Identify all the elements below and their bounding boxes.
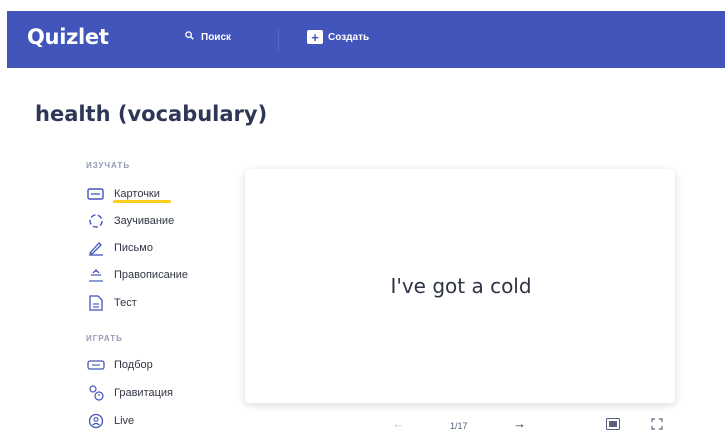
- test-icon: [86, 294, 106, 312]
- play-mode-gravity-label: Гравитация: [114, 387, 173, 399]
- flashcard-term: I've got a cold: [390, 274, 532, 298]
- nav-divider: [278, 29, 279, 51]
- learn-icon: [86, 212, 106, 230]
- write-icon: [86, 239, 106, 257]
- next-card-button[interactable]: →: [513, 416, 526, 431]
- play-section-label: ИГРАТЬ: [86, 334, 123, 343]
- active-mode-indicator: [113, 200, 171, 203]
- play-mode-match[interactable]: Подбор: [86, 355, 153, 375]
- top-navigation-bar: Quizlet Поиск + Создать: [7, 11, 725, 68]
- play-mode-match-label: Подбор: [114, 359, 153, 371]
- study-mode-spell[interactable]: Правописание: [86, 265, 188, 285]
- spell-icon: [86, 266, 106, 284]
- create-plus-icon: +: [307, 30, 323, 44]
- live-icon: [86, 412, 106, 430]
- play-mode-gravity[interactable]: Гравитация: [86, 383, 173, 403]
- study-mode-test[interactable]: Тест: [86, 293, 137, 313]
- flashcard[interactable]: I've got a cold: [245, 169, 675, 403]
- gravity-icon: [86, 384, 106, 402]
- cards-icon: [86, 185, 106, 203]
- arrow-right-icon: →: [513, 416, 526, 431]
- search-button[interactable]: Поиск: [185, 31, 231, 43]
- study-mode-test-label: Тест: [114, 297, 137, 309]
- study-mode-write[interactable]: Письмо: [86, 238, 153, 258]
- search-icon: [185, 31, 201, 43]
- play-mode-live-label: Live: [114, 415, 135, 427]
- expand-icon: [651, 418, 663, 432]
- create-label: Создать: [328, 31, 370, 43]
- fullscreen-button[interactable]: [651, 418, 663, 432]
- play-mode-live[interactable]: Live: [86, 411, 134, 431]
- study-mode-spell-label: Правописание: [114, 269, 189, 281]
- card-counter: 1/17: [450, 421, 468, 431]
- autoplay-button[interactable]: [606, 418, 620, 432]
- study-mode-cards-label: Карточки: [114, 188, 160, 200]
- study-section-label: ИЗУЧАТЬ: [86, 161, 131, 170]
- search-label: Поиск: [201, 31, 232, 43]
- play-icon: [606, 418, 620, 432]
- create-button[interactable]: + Создать: [307, 30, 369, 44]
- previous-card-button[interactable]: ←: [392, 416, 405, 431]
- quizlet-logo[interactable]: Quizlet: [27, 25, 109, 49]
- arrow-left-icon: ←: [392, 416, 405, 431]
- match-icon: [86, 356, 106, 374]
- study-mode-learn[interactable]: Заучивание: [86, 211, 174, 231]
- study-mode-write-label: Письмо: [114, 242, 153, 254]
- study-mode-learn-label: Заучивание: [114, 215, 175, 227]
- set-title: health (vocabulary): [35, 102, 268, 126]
